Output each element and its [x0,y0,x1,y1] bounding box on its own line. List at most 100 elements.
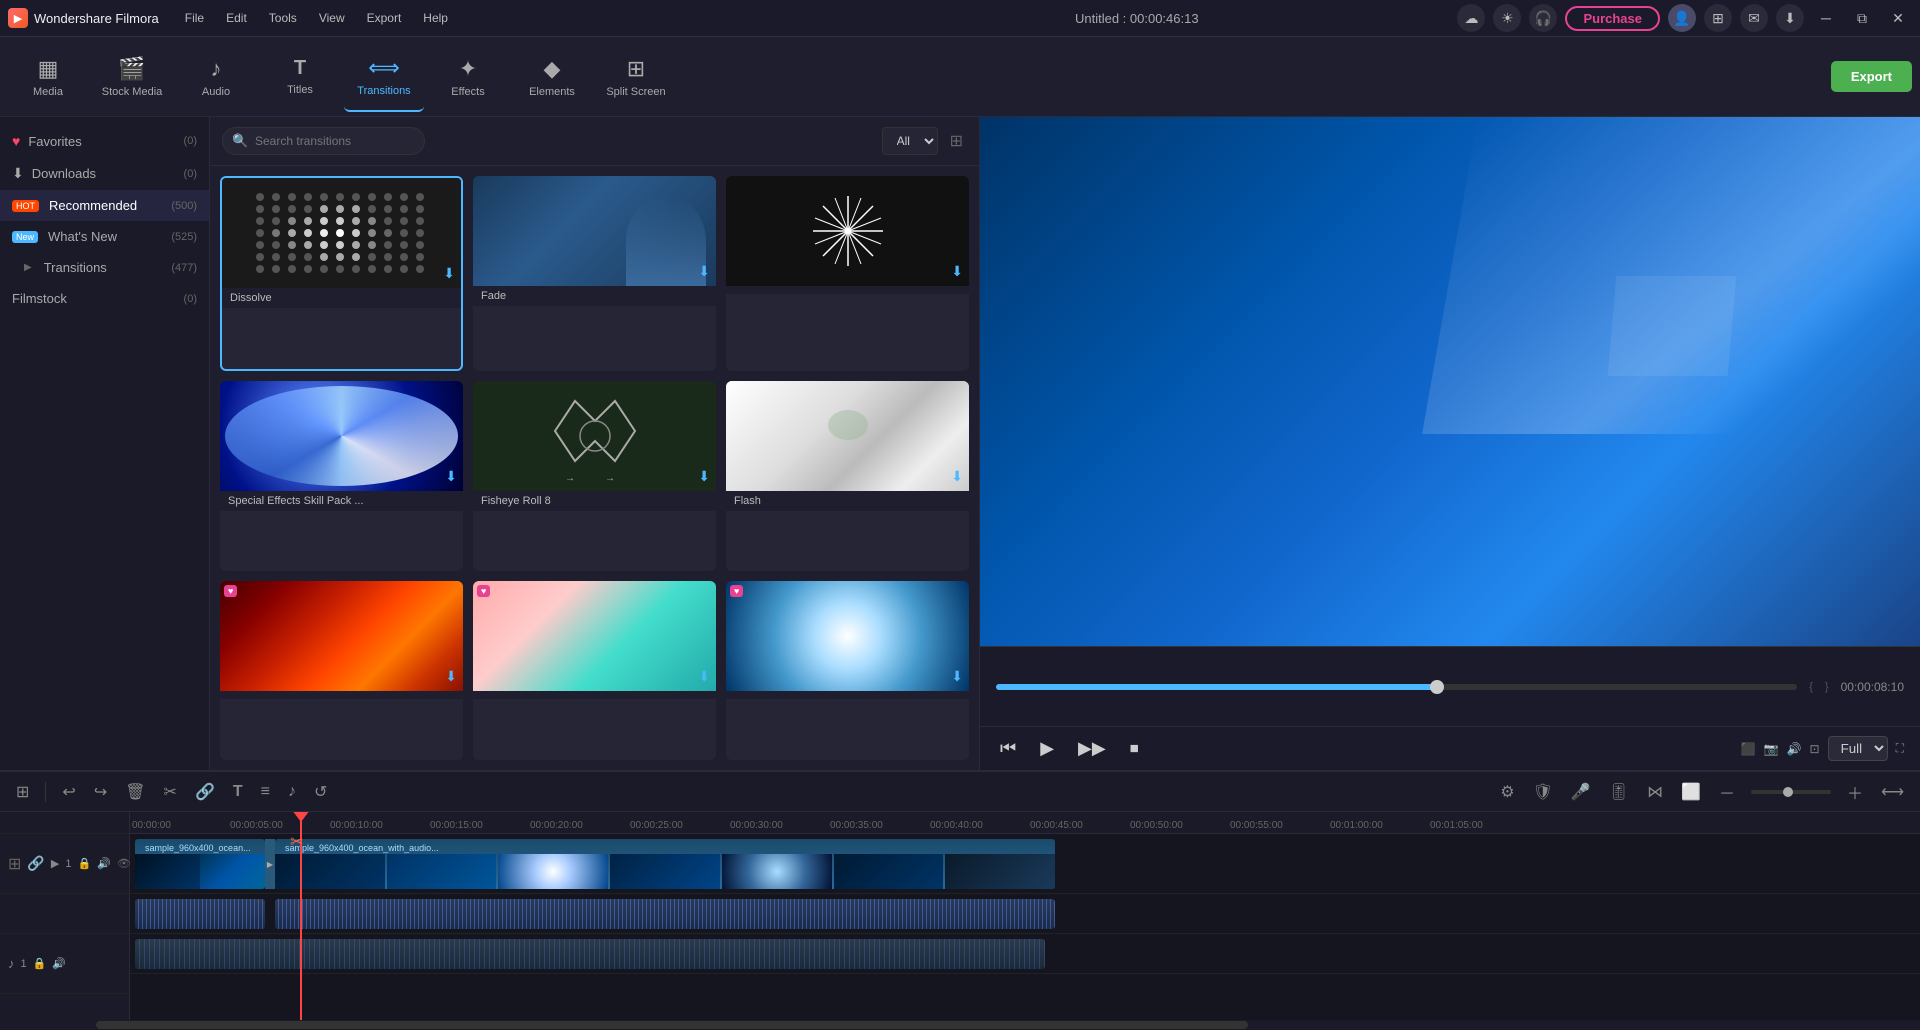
headset-icon[interactable]: 🎧 [1529,4,1557,32]
menu-file[interactable]: File [175,7,214,29]
screen-icon[interactable]: ⬛ [1741,742,1756,756]
starburst-download-icon[interactable]: ⬇ [951,263,963,280]
lock-m1-icon[interactable]: 🔒 [33,957,47,970]
export-button[interactable]: Export [1831,61,1912,92]
settings-button[interactable]: ⚙ [1494,778,1520,806]
video-clip-1[interactable]: sample_960x400_ocean... [135,839,265,889]
menu-help[interactable]: Help [413,7,458,29]
shield-button[interactable]: 🛡 [1527,778,1559,806]
menu-edit[interactable]: Edit [216,7,257,29]
tool-split-screen[interactable]: ⊞ Split Screen [596,42,676,112]
tool-effects[interactable]: ✦ Effects [428,42,508,112]
flash-download-icon[interactable]: ⬇ [951,468,963,485]
sidebar-item-favorites[interactable]: ♥ Favorites (0) [0,125,209,157]
audio-track-clip1[interactable] [135,899,265,929]
close-button[interactable]: ✕ [1884,4,1912,32]
music-track-bar[interactable] [135,939,1045,969]
lock-v1-icon[interactable]: 🔒 [77,857,91,870]
adjust-button[interactable]: ≡ [255,779,276,805]
grid-toggle-icon[interactable]: ⊞ [946,127,967,155]
transition-card-fisheye[interactable]: → → ⬇ Fisheye Roll 8 [473,381,716,572]
sidebar-item-recommended[interactable]: HOT Recommended (500) [0,190,209,221]
audio-adjust-button[interactable]: ♪ [282,779,302,805]
sidebar-item-transitions[interactable]: ▶ Transitions (477) [0,252,209,283]
text-button[interactable]: T [227,779,249,805]
timeline-thumb[interactable] [1430,680,1444,694]
play-forward-button[interactable]: ▶▶ [1074,734,1110,763]
cloud-icon[interactable]: ☁ [1457,4,1485,32]
transition-card-blue-glow[interactable]: ♥ ⬇ [726,581,969,760]
delete-button[interactable]: 🗑 [119,778,151,806]
cut-button[interactable]: ✂ [158,778,183,806]
minimize-button[interactable]: ─ [1812,4,1840,32]
link-button[interactable]: 🔗 [189,778,221,806]
menu-view[interactable]: View [309,7,355,29]
playhead[interactable]: ✂ [300,812,302,1020]
layout-icon[interactable]: ⊡ [1810,742,1820,756]
filter-select[interactable]: All [882,127,938,155]
maximize-button[interactable]: ⧉ [1848,4,1876,32]
purchase-button[interactable]: Purchase [1565,6,1660,31]
bracket-start[interactable]: { [1809,681,1813,693]
grid-icon[interactable]: ⊞ [1704,4,1732,32]
stop-button[interactable]: ⏹ [1126,734,1143,763]
frame-button[interactable]: ⬜ [1675,778,1707,806]
fit-button[interactable]: ⟷ [1875,778,1910,806]
plus-zoom-button[interactable]: ＋ [1841,776,1869,808]
tool-media[interactable]: ▦ Media [8,42,88,112]
link-track-icon[interactable]: 🔗 [27,855,44,872]
tool-elements[interactable]: ◆ Elements [512,42,592,112]
minus-zoom-button[interactable]: － [1713,776,1741,808]
sidebar-item-downloads[interactable]: ⬇ Downloads (0) [0,157,209,190]
transition-card-teal-geo[interactable]: ♥ ⬇ [473,581,716,760]
preview-timeline[interactable] [996,684,1797,690]
menu-export[interactable]: Export [357,7,412,29]
tool-audio[interactable]: ♪ Audio [176,42,256,112]
transition-card-dissolve[interactable]: ⬇ Dissolve [220,176,463,371]
eye-v1-icon[interactable]: 👁 [117,857,131,870]
bracket-end[interactable]: } [1825,681,1829,693]
volume-m1-icon[interactable]: 🔊 [52,957,66,970]
transition-card-special-fx[interactable]: ⬇ Special Effects Skill Pack ... [220,381,463,572]
scrollbar-track[interactable] [0,1020,1920,1030]
quality-select[interactable]: Full 1/2 1/4 [1828,736,1888,761]
undo-button[interactable]: ↩ [56,778,81,806]
audio-track-clip2[interactable] [275,899,1055,929]
audio-mix-button[interactable]: 🎚 [1603,778,1635,806]
fade-download-icon[interactable]: ⬇ [698,263,710,280]
fullscreen-icon[interactable]: ⛶ [1896,741,1904,756]
fire-download-icon[interactable]: ⬇ [445,668,457,685]
sidebar-item-filmstock[interactable]: Filmstock (0) [0,283,209,314]
search-input[interactable] [222,127,425,155]
volume-v1-icon[interactable]: 🔊 [97,857,111,870]
add-track-button[interactable]: ⊞ [10,778,35,806]
zoom-thumb[interactable] [1783,787,1793,797]
tool-stock-media[interactable]: 🎬 Stock Media [92,42,172,112]
menu-tools[interactable]: Tools [259,7,307,29]
fisheye-download-icon[interactable]: ⬇ [698,468,710,485]
transition-card-fire[interactable]: ♥ ⬇ [220,581,463,760]
add-track-icon[interactable]: ⊞ [8,854,21,874]
scrollbar-thumb[interactable] [96,1021,1248,1029]
transition-card-starburst[interactable]: ⬇ [726,176,969,371]
tool-transitions[interactable]: ⟺ Transitions [344,42,424,112]
redo-button[interactable]: ↪ [88,778,113,806]
transition-card-flash[interactable]: ⬇ Flash [726,381,969,572]
sidebar-item-whats-new[interactable]: New What's New (525) [0,221,209,252]
zoom-slider[interactable] [1751,790,1831,794]
mail-icon[interactable]: ✉ [1740,4,1768,32]
download-manager-icon[interactable]: ⬇ [1776,4,1804,32]
blue-glow-download-icon[interactable]: ⬇ [951,668,963,685]
split-button[interactable]: ⋈ [1641,778,1669,806]
tool-titles[interactable]: T Titles [260,42,340,112]
play-pause-button[interactable]: ▶ [1036,734,1058,763]
transition-card-fade[interactable]: ⬇ Fade [473,176,716,371]
special-fx-download-icon[interactable]: ⬇ [445,468,457,485]
user-avatar[interactable]: 👤 [1668,4,1696,32]
video-clip-2[interactable]: sample_960x400_ocean_with_audio... [275,839,1055,889]
mic-button[interactable]: 🎤 [1565,778,1597,806]
volume-icon[interactable]: 🔊 [1787,742,1802,756]
teal-geo-download-icon[interactable]: ⬇ [698,668,710,685]
snapshot-icon[interactable]: 📷 [1764,742,1779,756]
go-start-button[interactable]: ⏮ [996,734,1020,763]
